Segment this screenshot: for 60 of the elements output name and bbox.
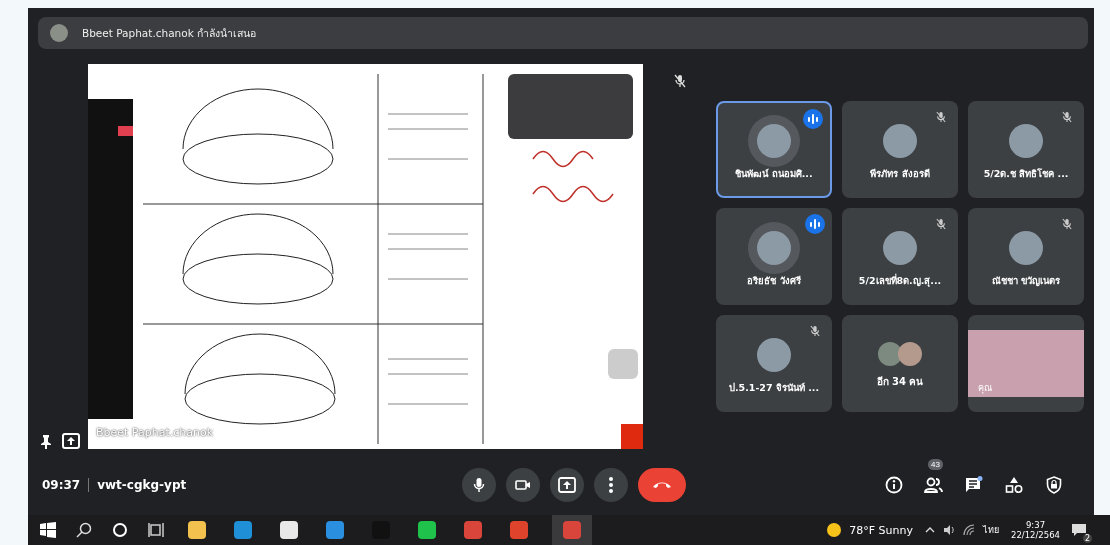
more-vertical-icon	[609, 477, 613, 493]
participant-tile[interactable]: อีก 34 คน	[842, 315, 958, 412]
avatar-icon	[883, 124, 917, 158]
participant-tile[interactable]: 5/2เลขที่8ด.ญ.สุ...	[842, 208, 958, 305]
presenter-text: Bbeet Paphat.chanok กำลังนำเสนอ	[82, 25, 257, 41]
sun-icon	[827, 523, 842, 537]
people-icon	[924, 477, 944, 493]
more-participants: อีก 34 คน	[876, 375, 924, 389]
present-button[interactable]	[550, 468, 584, 502]
info-icon	[885, 476, 903, 494]
notification-count: 2	[1082, 533, 1092, 543]
participant-name: 5/2เลขที่8ด.ญ.สุ...	[858, 273, 942, 288]
presenter-label: Bbeet Paphat.chanok	[96, 426, 214, 439]
avatar-icon	[883, 231, 917, 265]
participant-name: อริยธัช วังศรี	[747, 274, 801, 288]
language-indicator[interactable]: ไทย	[983, 523, 999, 537]
participant-name: คุณ	[978, 382, 992, 395]
participant-tile[interactable]: ชินพัฒน์ ถนอมศิ...	[716, 101, 832, 198]
present-icon	[558, 477, 576, 493]
meeting-time: 09:37	[42, 478, 81, 492]
task-view-icon[interactable]	[148, 522, 164, 538]
wifi-icon[interactable]	[963, 524, 975, 536]
participant-count: 43	[928, 459, 943, 470]
more-options-button[interactable]	[594, 468, 628, 502]
participant-name: ชินพัฒน์ ถนอมศิ...	[735, 167, 813, 181]
participant-name: 5/2ด.ช สิทธิโชค ...	[983, 167, 1069, 181]
participant-name: ป.5.1-27 จิรนันท์ ...	[728, 381, 819, 395]
pin-icon[interactable]	[40, 435, 52, 449]
phone-icon	[652, 481, 672, 489]
circle-icon[interactable]	[112, 522, 128, 538]
participant-tile[interactable]: ป.5.1-27 จิรนันท์ ...	[716, 315, 832, 412]
avatar-icon	[50, 24, 68, 42]
meeting-code: vwt-cgkg-ypt	[97, 478, 187, 492]
avatar-icon	[1009, 124, 1043, 158]
participant-tile[interactable]: พีรภัทร สังอรดี	[842, 101, 958, 198]
search-icon[interactable]	[76, 522, 92, 538]
avatar-icon	[1009, 231, 1043, 265]
speaker-icon[interactable]	[943, 524, 955, 536]
microphone-button[interactable]	[462, 468, 496, 502]
present-icon[interactable]	[62, 433, 80, 449]
camera-button[interactable]	[506, 468, 540, 502]
microphone-icon	[473, 477, 485, 493]
participant-name: ณัชชา ขวัญเนตร	[991, 274, 1061, 288]
hang-up-button[interactable]	[638, 468, 686, 502]
clock-time[interactable]: 9:37	[1025, 519, 1046, 530]
chevron-up-icon[interactable]	[925, 526, 935, 534]
clock-date[interactable]: 22/12/2564	[1011, 530, 1060, 541]
shapes-icon	[1005, 476, 1023, 494]
camera-icon	[515, 479, 531, 491]
participant-tile[interactable]: ณัชชา ขวัญเนตร	[968, 208, 1084, 305]
avatars-icon	[878, 342, 922, 366]
shield-lock-icon	[1046, 476, 1062, 494]
avatar-icon	[757, 338, 791, 372]
notification-icon	[1072, 523, 1086, 537]
participant-name: พีรภัทร สังอรดี	[870, 167, 930, 181]
participant-tile[interactable]: 5/2ด.ช สิทธิโชค ...	[968, 101, 1084, 198]
chat-icon	[965, 476, 983, 494]
participant-tile[interactable]: อริยธัช วังศรี	[716, 208, 832, 305]
weather-text: 78°F Sunny	[849, 523, 913, 537]
windows-start-icon[interactable]	[40, 522, 56, 538]
